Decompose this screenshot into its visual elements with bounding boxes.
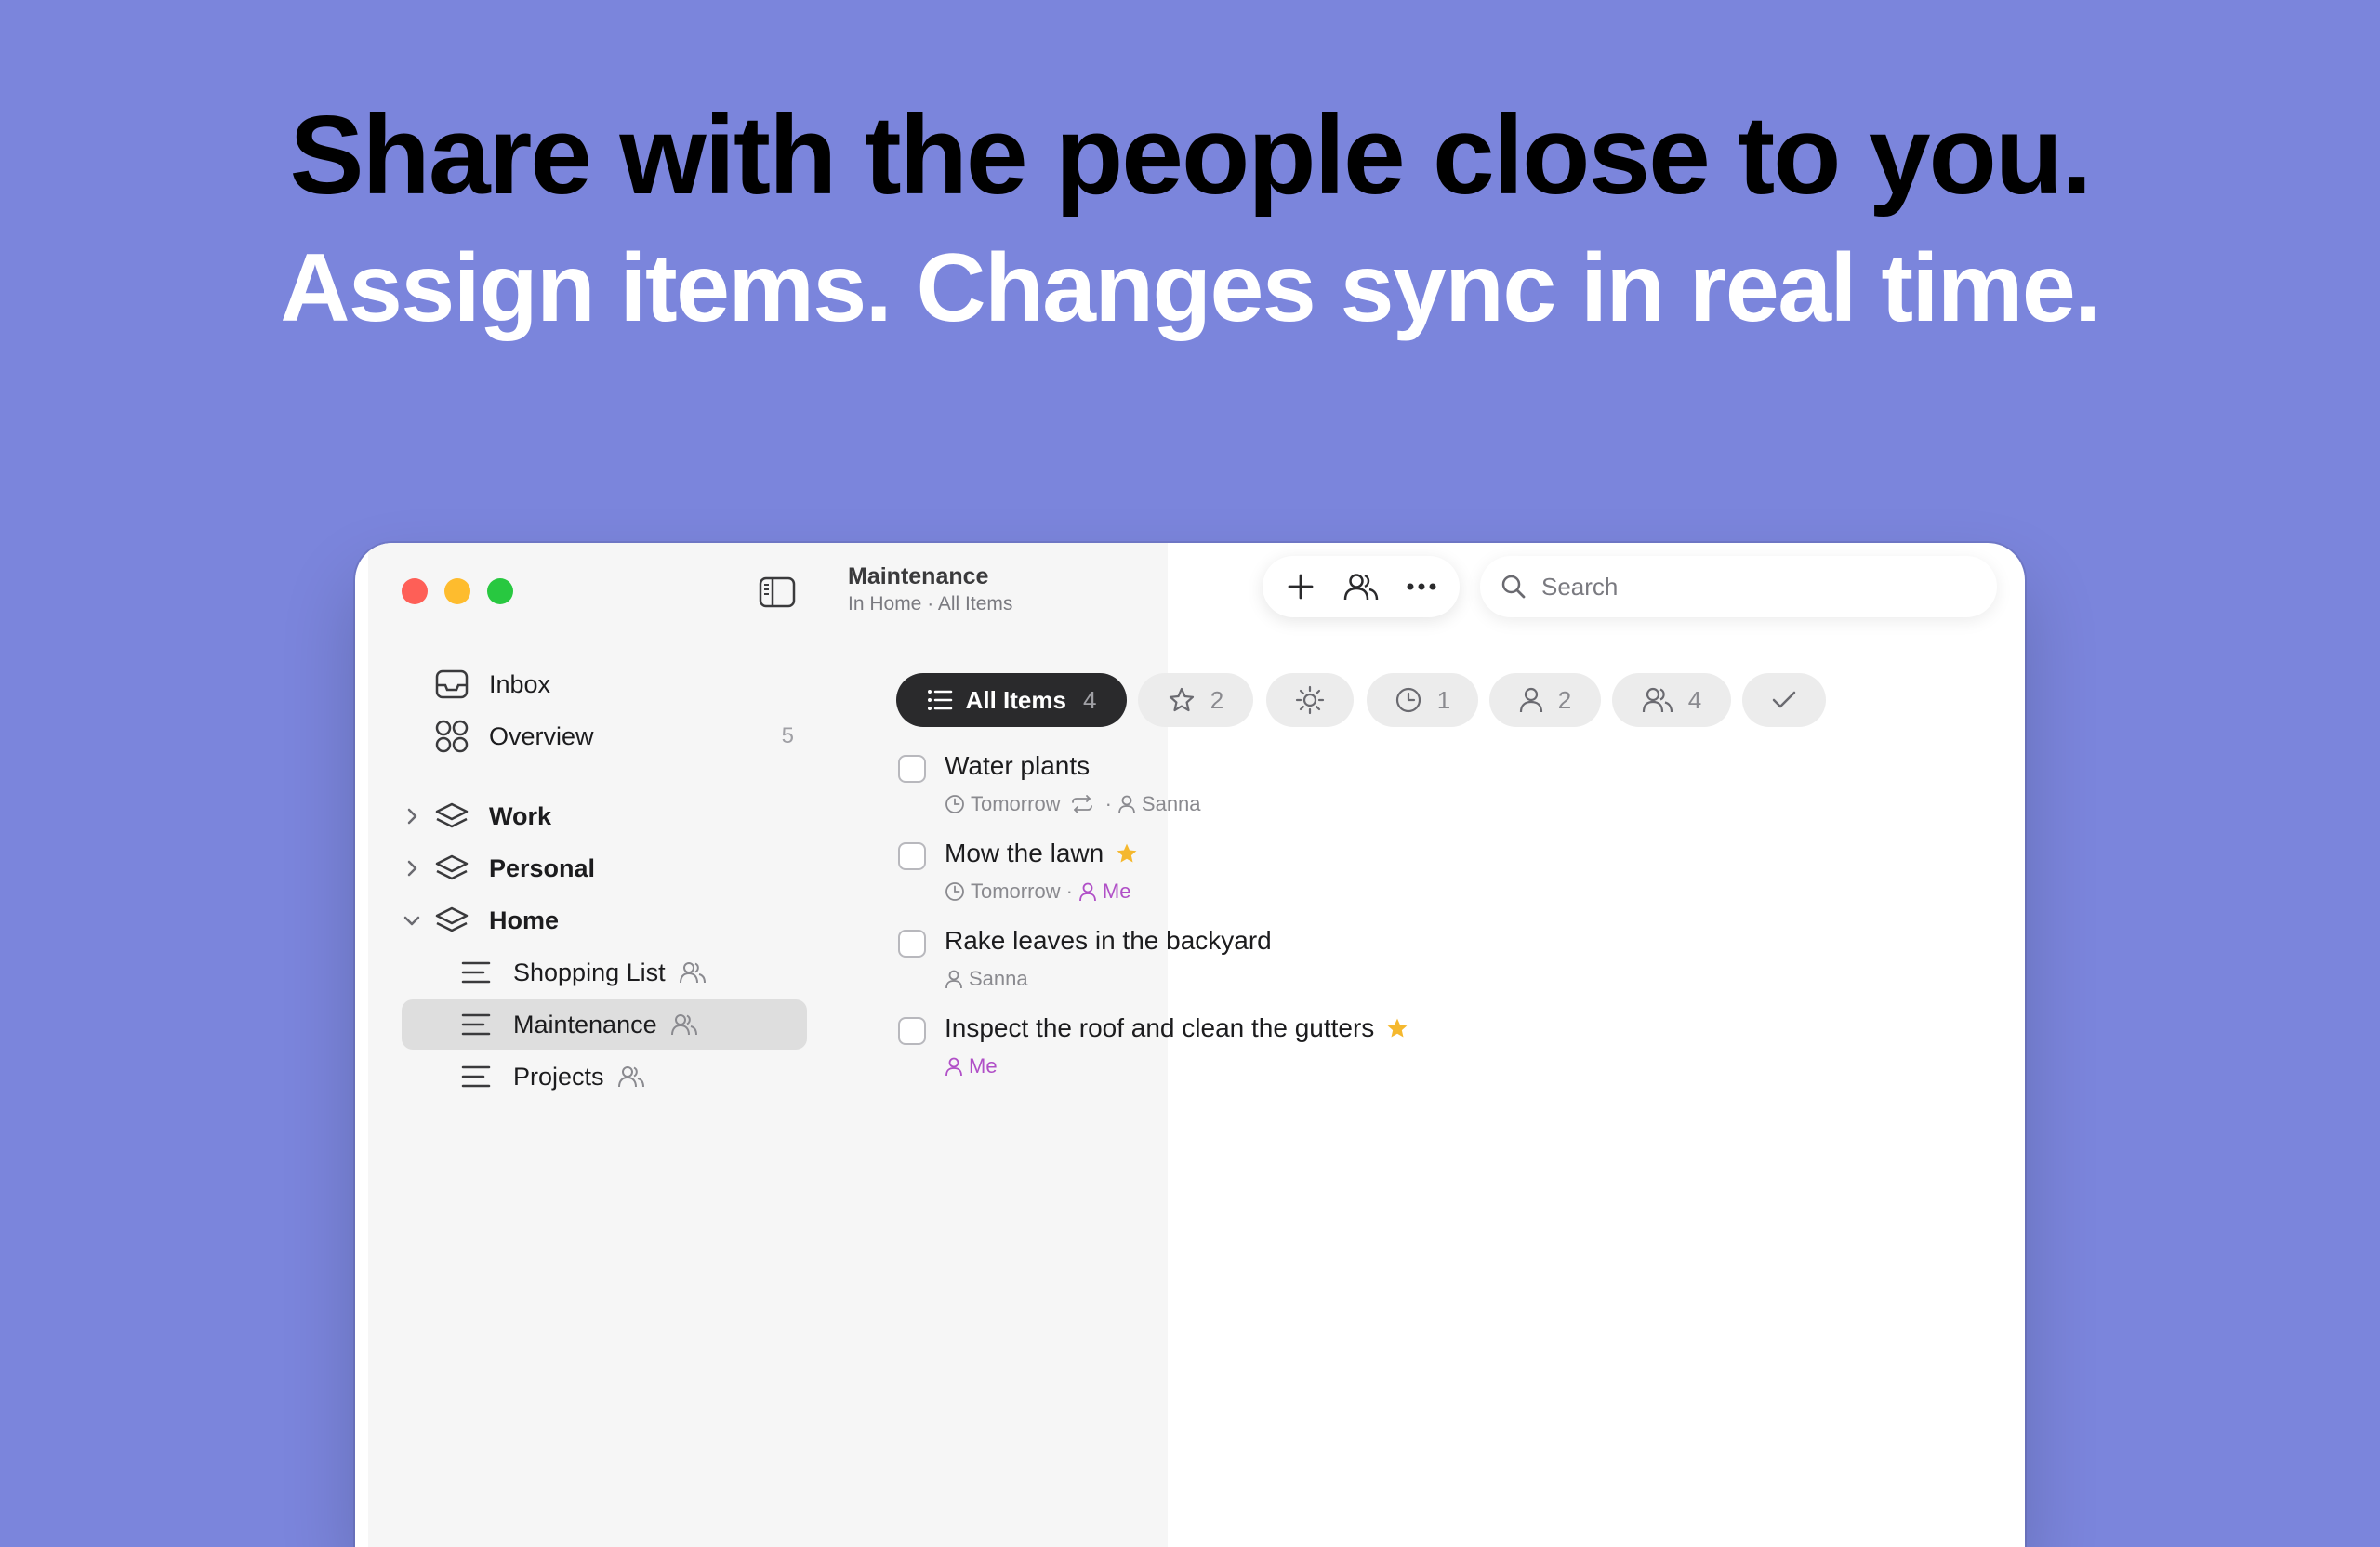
filter-starred[interactable]: 2	[1138, 673, 1253, 727]
hero-subtitle: Assign items. Changes sync in real time.	[280, 234, 2101, 342]
task-assignee: Me	[1102, 879, 1131, 903]
sidebar-item-overview[interactable]: Overview 5	[402, 711, 807, 761]
share-button[interactable]	[1338, 563, 1384, 610]
chevron-down-icon[interactable]	[402, 910, 422, 931]
task-assignee: Sanna	[969, 967, 1028, 990]
clock-icon	[945, 794, 965, 814]
area-layers-icon	[433, 798, 470, 835]
sidebar-item-label: Maintenance	[513, 1010, 657, 1038]
sidebar-item-label: Inbox	[489, 669, 551, 698]
filter-count: 2	[1557, 685, 1572, 714]
sidebar-item-label: Work	[489, 801, 552, 830]
task-assignee: Sanna	[1141, 792, 1201, 815]
sun-icon	[1295, 685, 1325, 715]
sidebar-item-personal[interactable]: Personal	[402, 843, 807, 893]
list-icon	[457, 1058, 495, 1095]
shared-people-icon	[617, 1064, 645, 1089]
task-assignee: Me	[969, 1054, 998, 1078]
minimize-window-button[interactable]	[444, 578, 470, 604]
plus-icon	[1287, 573, 1315, 601]
task-title[interactable]: Rake leaves in the backyard	[945, 926, 1272, 956]
area-layers-icon	[433, 850, 470, 887]
star-icon	[1168, 686, 1196, 714]
star-filled-icon	[1115, 841, 1139, 866]
filter-count: 4	[1082, 685, 1097, 714]
filter-scheduled[interactable]: 1	[1367, 673, 1478, 727]
sidebar-item-maintenance[interactable]: Maintenance	[402, 999, 807, 1050]
list-icon	[927, 689, 953, 711]
more-button[interactable]	[1398, 563, 1445, 610]
people-icon	[1642, 686, 1673, 714]
task-title[interactable]: Mow the lawn	[945, 839, 1104, 868]
task-title[interactable]: Inspect the roof and clean the gutters	[945, 1013, 1374, 1043]
list-icon	[457, 1006, 495, 1043]
person-icon	[945, 1056, 963, 1077]
inbox-icon	[433, 666, 470, 703]
person-icon	[1078, 881, 1097, 902]
filter-today[interactable]	[1266, 673, 1354, 727]
person-icon	[1117, 794, 1136, 814]
shared-people-icon	[679, 960, 707, 985]
people-icon	[1343, 572, 1379, 602]
list-item: Rake leaves in the backyard Sanna	[898, 926, 1921, 1000]
filter-assigned-to-others[interactable]: 4	[1612, 673, 1731, 727]
clock-icon	[945, 881, 965, 902]
task-checkbox[interactable]	[898, 1017, 926, 1045]
sidebar-item-label: Home	[489, 906, 560, 934]
add-button[interactable]	[1277, 563, 1324, 610]
hero-title: Share with the people close to you.	[289, 93, 2092, 218]
toolbar-actions	[1263, 556, 1460, 617]
search-input[interactable]	[1540, 571, 1952, 602]
breadcrumb: In Home · All Items	[848, 593, 1013, 615]
task-checkbox[interactable]	[898, 842, 926, 870]
sidebar-item-label: Shopping List	[513, 958, 666, 986]
sidebar-item-home[interactable]: Home	[402, 895, 807, 945]
repeat-icon	[1070, 794, 1094, 814]
list-item: Inspect the roof and clean the gutters M…	[898, 1013, 1921, 1088]
page-title: Maintenance	[848, 563, 989, 589]
sidebar-item-shopping-list[interactable]: Shopping List	[402, 947, 807, 998]
list-item: Mow the lawn Tomorrow · Me	[898, 839, 1921, 913]
chevron-right-icon[interactable]	[402, 806, 422, 826]
more-icon	[1406, 582, 1437, 591]
checkmark-icon	[1771, 689, 1797, 711]
filter-count: 1	[1436, 685, 1451, 714]
filter-all-items[interactable]: All Items 4	[896, 673, 1127, 727]
filter-label: All Items	[965, 685, 1066, 714]
task-due: Tomorrow	[971, 792, 1061, 815]
filter-assigned-to-me[interactable]: 2	[1489, 673, 1601, 727]
area-layers-icon	[433, 902, 470, 939]
overview-count: 5	[781, 723, 794, 748]
filter-count: 4	[1687, 685, 1702, 714]
sidebar-item-projects[interactable]: Projects	[402, 1051, 807, 1102]
sidebar-item-work[interactable]: Work	[402, 791, 807, 841]
person-icon	[1519, 686, 1543, 714]
task-checkbox[interactable]	[898, 755, 926, 783]
app-window: Inbox Overview 5 Work Personal Home Shop…	[355, 543, 2025, 1547]
sidebar-item-label: Personal	[489, 853, 596, 882]
clock-icon	[1395, 686, 1422, 714]
chevron-right-icon[interactable]	[402, 858, 422, 879]
sidebar-item-label: Projects	[513, 1062, 604, 1091]
task-checkbox[interactable]	[898, 930, 926, 958]
zoom-window-button[interactable]	[487, 578, 513, 604]
task-due: Tomorrow	[971, 879, 1061, 903]
search-bar[interactable]	[1480, 556, 1997, 617]
sidebar-item-inbox[interactable]: Inbox	[402, 659, 807, 709]
list-item: Water plants Tomorrow · Sanna	[898, 751, 1921, 826]
filter-count: 2	[1210, 685, 1224, 714]
star-filled-icon	[1385, 1016, 1409, 1040]
filter-completed[interactable]	[1742, 673, 1826, 727]
sidebar-item-label: Overview	[489, 721, 594, 750]
person-icon	[945, 969, 963, 989]
overview-icon	[433, 718, 470, 755]
close-window-button[interactable]	[402, 578, 428, 604]
sidebar-toggle-icon[interactable]	[759, 576, 796, 608]
task-title[interactable]: Water plants	[945, 751, 1090, 781]
shared-people-icon	[670, 1012, 698, 1037]
search-icon	[1501, 574, 1527, 600]
list-icon	[457, 954, 495, 991]
